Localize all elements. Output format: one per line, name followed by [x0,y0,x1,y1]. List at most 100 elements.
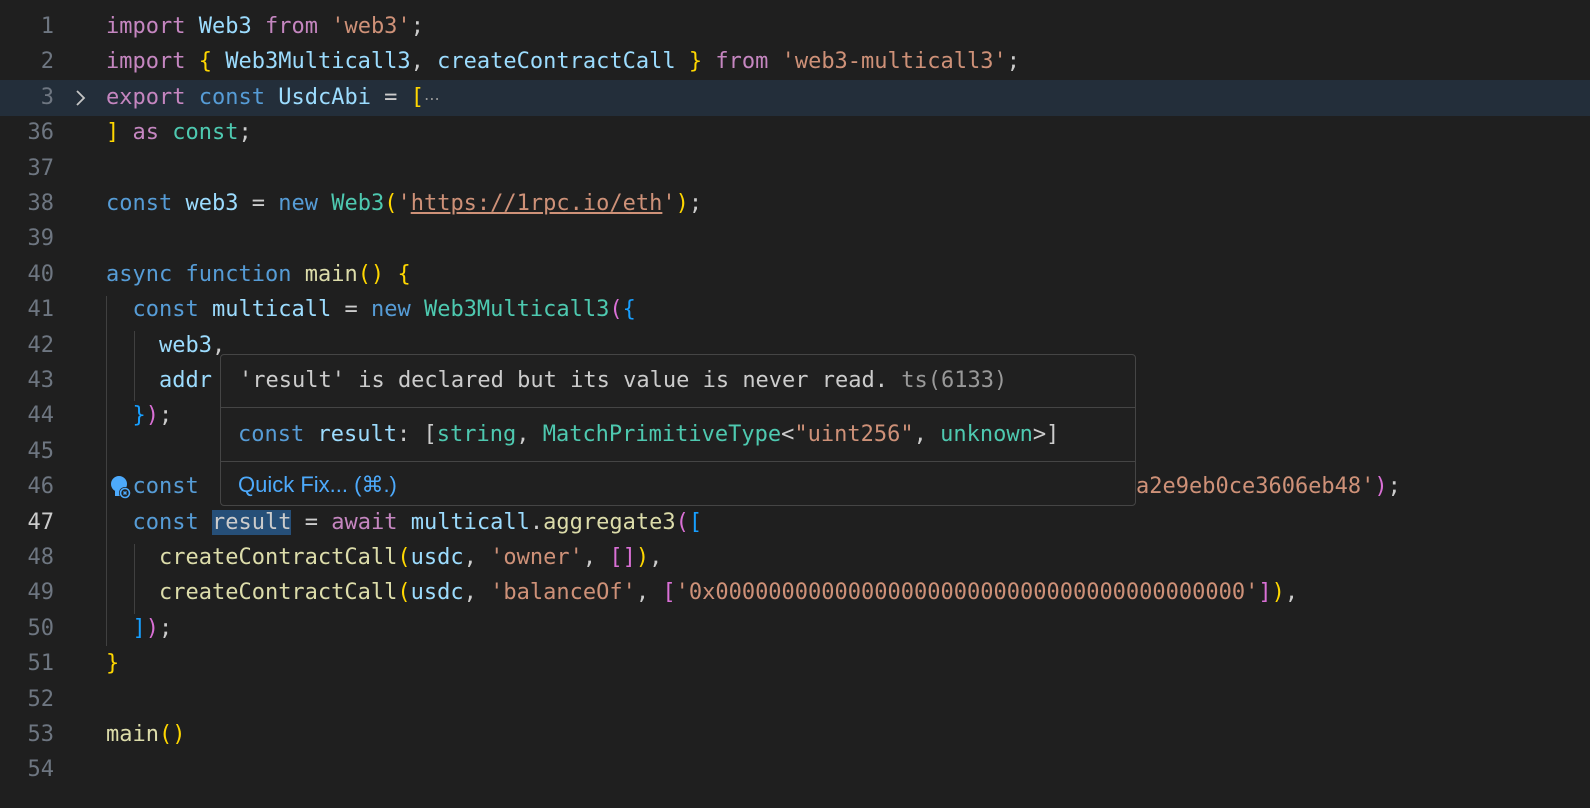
code-token: web3 [185,191,239,216]
code-line[interactable]: 38 const web3 = new Web3('https://1rpc.io… [0,186,1590,222]
fold-ellipsis[interactable]: ⋯ [424,89,440,108]
code-token: ; [238,120,252,146]
code-line[interactable]: 49 createContractCall(usdc, 'balanceOf',… [0,575,1590,611]
code-token: ) [1271,580,1285,606]
code-token: async [106,261,173,287]
line-number: 49 [27,580,55,606]
code-content: import Web3 from 'web3'; [106,9,424,45]
code-token: await [331,509,398,535]
line-number: 48 [27,545,55,570]
code-token: usdc [410,580,464,606]
code-token: ) [675,191,689,216]
code-token: ) [145,615,159,641]
code-token: const [172,120,239,146]
code-token: ( [384,191,398,216]
code-token: , [635,580,663,606]
line-number: 51 [27,651,55,677]
code-content: async function main() { [106,257,411,293]
code-token: https://1rpc.io/eth [410,191,663,216]
hover-tooltip: 'result' is declared but its value is ne… [220,354,1136,506]
code-token: createContractCall [158,545,398,570]
type-signature: const result: [string, MatchPrimitiveTyp… [221,407,1135,461]
code-content: web3, [106,328,225,364]
code-token: ; [1387,474,1401,500]
code-token: 'web3' [331,14,411,39]
code-token: } [132,403,146,429]
code-token: ) [635,545,650,570]
code-token: { [622,297,636,323]
code-token: addr [158,368,212,393]
code-content: ] as const; [106,115,252,151]
code-token: , [1284,580,1299,606]
code-token: } [106,651,120,677]
code-token: UsdcAbi [278,84,371,110]
quick-fix-link[interactable]: Quick Fix... (⌘.) [238,472,397,497]
code-content: } [106,646,119,682]
code-line[interactable]: 36] as const; [0,115,1590,151]
line-number: 42 [27,332,55,358]
code-line[interactable]: 52 [0,682,1590,718]
code-token: [ [410,84,424,110]
code-content: export const UsdcAbi = [⋯ [106,80,440,117]
code-line[interactable]: 37 [0,151,1590,187]
code-token: , [649,545,663,570]
code-token: 'web3-multicall3' [781,49,1007,75]
code-line[interactable]: 3 export const UsdcAbi = [⋯ [0,79,1590,117]
code-line[interactable]: 51} [0,646,1590,682]
code-token: , [463,580,491,606]
line-number: 44 [27,403,55,429]
code-line[interactable]: 53 main() [0,717,1590,753]
line-number: 1 [40,14,54,39]
code-token: main [106,722,159,747]
code-token: ) [1374,474,1388,500]
code-token: function [185,261,292,287]
code-line[interactable]: 48 createContractCall(usdc, 'owner', [])… [0,540,1590,576]
code-line[interactable]: 54 [0,752,1590,788]
line-number: 52 [27,686,55,712]
diagnostic-code: ts(6133) [901,368,1008,393]
line-number: 54 [27,757,55,783]
selected-token: result [211,509,292,535]
type-token: : [ [396,422,437,447]
code-line[interactable]: 39 [0,221,1590,257]
code-token: ; [1006,49,1020,75]
lightbulb-autofix-icon[interactable] [108,474,134,500]
code-token: from [715,49,769,75]
code-token: new [278,191,318,216]
line-number: 40 [27,261,55,287]
code-line[interactable]: 50 ]); [0,611,1590,647]
diagnostic-message: 'result' is declared but its value is ne… [221,355,1135,407]
type-token [304,422,317,447]
line-number: 47 [27,509,55,535]
code-line[interactable]: 1 import Web3 from 'web3'; [0,9,1590,45]
code-line[interactable]: 47 const result = await multicall.aggreg… [0,505,1590,541]
code-token: , [582,545,610,570]
code-line[interactable]: 41 const multicall = new Web3Multicall3(… [0,292,1590,328]
code-line[interactable]: 2 import { Web3Multicall3, createContract… [0,44,1590,80]
code-token: , [463,545,491,570]
code-token: ; [688,191,703,216]
code-token: Web3Multicall3 [423,297,610,323]
code-line[interactable]: 40 async function main() { [0,257,1590,293]
code-token: } [688,49,703,75]
code-token: export [106,84,186,110]
code-token: . [529,509,544,535]
code-token: createContractCall [158,580,398,606]
code-token: multicall [211,297,332,323]
code-token: ] [106,120,120,146]
type-token: unknown [940,422,1033,447]
